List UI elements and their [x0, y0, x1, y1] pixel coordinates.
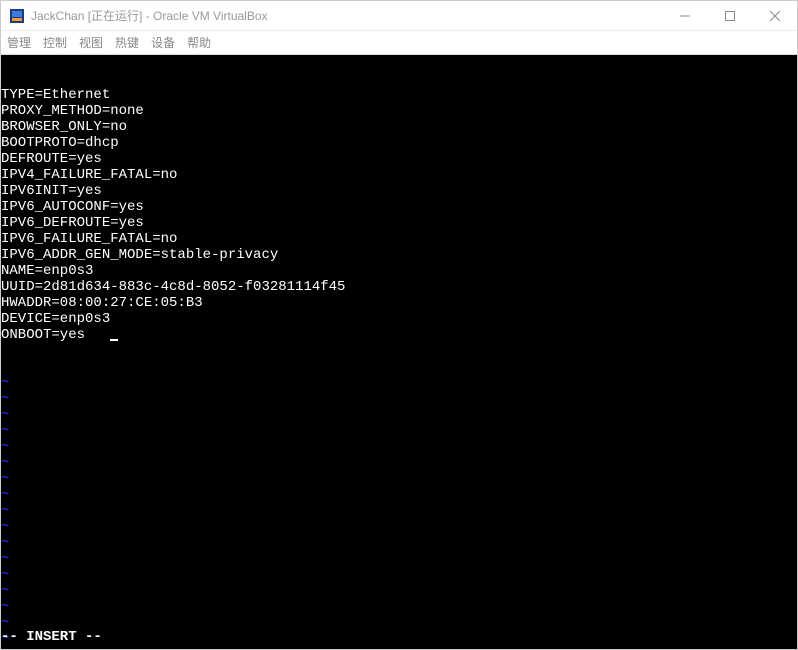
- tilde-line: ~: [1, 519, 797, 535]
- terminal-line: DEVICE=enp0s3: [1, 311, 797, 327]
- tilde-line: ~: [1, 567, 797, 583]
- terminal-line: IPV6INIT=yes: [1, 183, 797, 199]
- tilde-line: ~: [1, 503, 797, 519]
- terminal[interactable]: TYPE=EthernetPROXY_METHOD=noneBROWSER_ON…: [1, 55, 797, 649]
- cursor: [110, 339, 118, 341]
- terminal-line: DEFROUTE=yes: [1, 151, 797, 167]
- minimize-button[interactable]: [662, 1, 707, 31]
- app-window: JackChan [正在运行] - Oracle VM VirtualBox 管…: [0, 0, 798, 650]
- tilde-line: ~: [1, 535, 797, 551]
- terminal-line: TYPE=Ethernet: [1, 87, 797, 103]
- tilde-line: ~: [1, 599, 797, 615]
- terminal-line: IPV4_FAILURE_FATAL=no: [1, 167, 797, 183]
- menu-view[interactable]: 视图: [79, 34, 103, 51]
- terminal-line: BOOTPROTO=dhcp: [1, 135, 797, 151]
- terminal-line: UUID=2d81d634-883c-4c8d-8052-f03281114f4…: [1, 279, 797, 295]
- terminal-line: PROXY_METHOD=none: [1, 103, 797, 119]
- tilde-line: ~: [1, 455, 797, 471]
- close-button[interactable]: [752, 1, 797, 31]
- tilde-line: ~: [1, 487, 797, 503]
- menu-control[interactable]: 控制: [43, 34, 67, 51]
- terminal-line: IPV6_FAILURE_FATAL=no: [1, 231, 797, 247]
- menu-help[interactable]: 帮助: [187, 34, 211, 51]
- terminal-line: BROWSER_ONLY=no: [1, 119, 797, 135]
- menu-manage[interactable]: 管理: [7, 34, 31, 51]
- tilde-line: ~: [1, 631, 797, 647]
- tilde-line: ~: [1, 439, 797, 455]
- terminal-tildes: ~~~~~~~~~~~~~~~~~~~: [1, 375, 797, 649]
- tilde-line: ~: [1, 647, 797, 649]
- terminal-line: HWADDR=08:00:27:CE:05:B3: [1, 295, 797, 311]
- tilde-line: ~: [1, 375, 797, 391]
- terminal-line: ONBOOT=yes: [1, 327, 797, 343]
- titlebar[interactable]: JackChan [正在运行] - Oracle VM VirtualBox: [1, 1, 797, 31]
- vim-status: -- INSERT --: [1, 629, 102, 645]
- menu-devices[interactable]: 设备: [151, 34, 175, 51]
- terminal-line: NAME=enp0s3: [1, 263, 797, 279]
- tilde-line: ~: [1, 391, 797, 407]
- tilde-line: ~: [1, 583, 797, 599]
- tilde-line: ~: [1, 423, 797, 439]
- terminal-line: IPV6_AUTOCONF=yes: [1, 199, 797, 215]
- tilde-line: ~: [1, 615, 797, 631]
- maximize-button[interactable]: [707, 1, 752, 31]
- terminal-line: IPV6_DEFROUTE=yes: [1, 215, 797, 231]
- menubar: 管理 控制 视图 热键 设备 帮助: [1, 31, 797, 55]
- app-icon: [9, 8, 25, 24]
- terminal-content: TYPE=EthernetPROXY_METHOD=noneBROWSER_ON…: [1, 87, 797, 343]
- tilde-line: ~: [1, 471, 797, 487]
- window-title: JackChan [正在运行] - Oracle VM VirtualBox: [31, 7, 268, 24]
- tilde-line: ~: [1, 551, 797, 567]
- tilde-line: ~: [1, 407, 797, 423]
- terminal-line: IPV6_ADDR_GEN_MODE=stable-privacy: [1, 247, 797, 263]
- menu-hotkey[interactable]: 热键: [115, 34, 139, 51]
